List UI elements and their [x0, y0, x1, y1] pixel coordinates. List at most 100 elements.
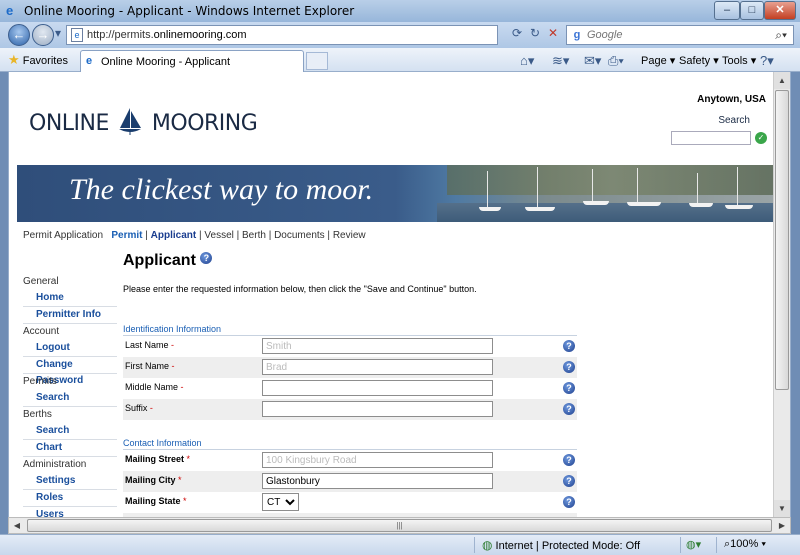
status-bar: ◍ Internet | Protected Mode: Off ◍▾ ⌕100… [0, 534, 800, 555]
mailing-street-field[interactable] [262, 452, 493, 468]
close-button[interactable]: ✕ [764, 1, 796, 20]
help-icon[interactable]: ? [563, 340, 575, 352]
sidebar-section-account: Account [23, 326, 60, 337]
suffix-field[interactable] [262, 401, 493, 417]
horizontal-scrollbar[interactable]: ◀ ||| ▶ [8, 517, 791, 534]
help-icon[interactable]: ? [200, 252, 213, 264]
help-icon[interactable]: ? [563, 454, 575, 466]
location-label: Anytown, USA [697, 94, 766, 105]
sidebar-item-change-password[interactable]: Change Password [23, 357, 117, 386]
safety-menu[interactable]: Safety ▾ [679, 54, 719, 67]
scroll-left-icon[interactable]: ◀ [9, 518, 25, 533]
new-tab-button[interactable] [306, 52, 328, 70]
mailing-street-row: Mailing Street * ? [123, 450, 577, 471]
breadcrumb-permit[interactable]: Permit [111, 230, 142, 241]
first-name-field[interactable] [262, 359, 493, 375]
help-menu-icon[interactable]: ?▾ [760, 53, 774, 69]
history-dropdown-icon[interactable]: ▾ [55, 26, 61, 40]
sidebar-item-permitter-info[interactable]: Permitter Info [23, 307, 117, 324]
window-titlebar: e Online Mooring - Applicant - Windows I… [0, 0, 800, 22]
breadcrumb-documents: Documents [274, 230, 325, 241]
scroll-up-icon[interactable]: ▲ [774, 72, 790, 89]
home-icon[interactable]: ⌂▾ [520, 53, 534, 69]
mailing-city-label: Mailing City * [125, 475, 182, 485]
feeds-icon[interactable]: ≋▾ [552, 53, 569, 69]
maximize-button[interactable]: □ [740, 1, 764, 20]
security-zone-text: Internet | Protected Mode: Off [495, 540, 641, 552]
mailing-state-select[interactable]: CT [262, 493, 299, 511]
favorites-button[interactable]: ★ Favorites [8, 52, 68, 68]
zoom-level[interactable]: ⌕100% ▾ [724, 538, 766, 551]
help-icon[interactable]: ? [563, 382, 575, 394]
last-name-field[interactable] [262, 338, 493, 354]
banner-tagline: The clickest way to moor. [69, 173, 374, 206]
page-menu[interactable]: Page ▾ [641, 54, 675, 67]
middle-name-row: Middle Name - ? [123, 378, 577, 399]
web-search-input[interactable] [587, 28, 767, 42]
print-icon[interactable]: ⎙▾ [608, 53, 624, 69]
stop-icon[interactable]: ✕ [548, 26, 558, 40]
protected-mode-icon[interactable]: ◍▾ [686, 538, 701, 551]
sidebar-item-berths-search[interactable]: Search [23, 423, 117, 440]
help-icon[interactable]: ? [563, 361, 575, 373]
sidebar-item-roles[interactable]: Roles [23, 490, 117, 507]
last-name-row: Last Name - ? [123, 336, 577, 357]
url-text: http://permits.onlinemooring.com [87, 29, 247, 41]
help-icon[interactable]: ? [563, 475, 575, 487]
compatibility-icon[interactable]: ↻ [530, 26, 540, 40]
search-icon[interactable]: ⌕▾ [775, 28, 787, 43]
globe-icon: ◍ [482, 538, 493, 552]
site-search-label: Search [718, 115, 750, 126]
contact-heading: Contact Information [123, 436, 577, 450]
middle-name-field[interactable] [262, 380, 493, 396]
sidebar-item-home[interactable]: Home [23, 290, 117, 307]
address-input[interactable]: e http://permits.onlinemooring.com [66, 25, 498, 45]
sidebar-item-logout[interactable]: Logout [23, 340, 117, 357]
ie-logo-icon: e [6, 3, 14, 18]
browser-tab[interactable]: e Online Mooring - Applicant [80, 50, 304, 72]
horizontal-scroll-thumb[interactable]: ||| [27, 519, 772, 532]
middle-name-label: Middle Name - [125, 382, 184, 392]
scroll-right-icon[interactable]: ▶ [774, 518, 790, 533]
sidebar-item-users[interactable]: Users [23, 507, 117, 517]
hero-banner: The clickest way to moor. [17, 165, 774, 222]
logo-text-right: MOORING [151, 111, 258, 136]
page-title: Applicant ? [123, 252, 213, 270]
help-icon[interactable]: ? [563, 496, 575, 508]
favorites-label: Favorites [22, 55, 68, 67]
sidebar-section-general: General [23, 276, 59, 287]
tools-menu[interactable]: Tools ▾ [722, 54, 756, 67]
scroll-down-icon[interactable]: ▼ [774, 500, 790, 517]
breadcrumb-vessel: Vessel [204, 230, 234, 241]
sidebar-item-settings[interactable]: Settings [23, 473, 117, 490]
address-bar: ← → ▾ e http://permits.onlinemooring.com… [0, 22, 800, 48]
forward-button[interactable]: → [32, 24, 54, 46]
web-search-box[interactable]: g ⌕▾ [566, 25, 794, 45]
command-bar: ★ Favorites e Online Mooring - Applicant… [0, 48, 800, 72]
vertical-scroll-thumb[interactable] [775, 90, 789, 390]
url-host: onlinemooring.com [153, 29, 247, 41]
security-zone[interactable]: ◍ Internet | Protected Mode: Off [482, 538, 640, 552]
back-button[interactable]: ← [8, 24, 30, 46]
url-prefix: http://permits. [87, 29, 154, 41]
mail-icon[interactable]: ✉▾ [584, 53, 601, 69]
sidebar-item-chart[interactable]: Chart [23, 440, 117, 457]
tab-title: Online Mooring - Applicant [101, 56, 231, 68]
site-search-input[interactable] [671, 131, 751, 145]
sailboat-icon [115, 106, 145, 136]
identification-heading: Identification Information [123, 322, 577, 336]
suffix-row: Suffix - ? [123, 399, 577, 420]
breadcrumb-berth: Berth [242, 230, 266, 241]
sidebar-item-permits-search[interactable]: Search [23, 390, 117, 407]
site-logo[interactable]: ONLINE MOORING [29, 106, 258, 136]
first-name-label: First Name - [125, 361, 175, 371]
go-icon[interactable]: ✓ [755, 132, 767, 144]
help-icon[interactable]: ? [563, 403, 575, 415]
minimize-button[interactable]: – [714, 1, 740, 20]
vertical-scrollbar[interactable]: ▲ ▼ [773, 72, 790, 517]
breadcrumb: Permit Application Permit | Applicant | … [23, 230, 366, 241]
page-title-text: Applicant [123, 252, 196, 269]
mailing-city-field[interactable] [262, 473, 493, 489]
tab-page-icon: e [86, 55, 93, 67]
refresh-icon[interactable]: ⟳ [512, 26, 522, 40]
